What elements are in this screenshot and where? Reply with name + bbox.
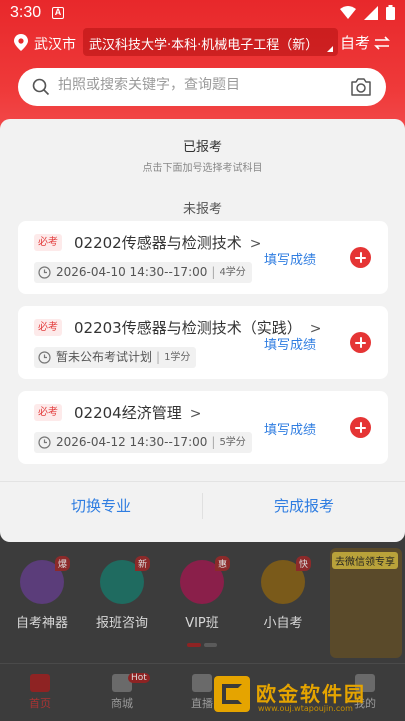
add-course-button[interactable] [350,332,371,353]
chat-icon: 新 [100,556,150,604]
promo-text: 去微信领专享 [332,552,398,569]
required-tag: 必考 [34,404,62,421]
feature-zikao-tool[interactable]: 爆 自考神器 [2,556,82,631]
feature-small-zikao[interactable]: 快 小自考 [243,556,323,631]
course-credits: 1学分 [164,352,191,363]
small-zikao-icon: 快 [261,556,311,604]
nav-home[interactable]: 首页 [10,674,70,711]
feature-badge: 惠 [214,556,230,571]
clock-icon [38,436,51,449]
clock-icon [38,351,51,364]
search-icon [32,78,50,96]
major-label: 武汉科技大学·本科·机械电子工程（新） [89,38,319,53]
add-course-button[interactable] [350,247,371,268]
tv-icon [192,674,212,692]
nav-divider [0,663,405,664]
exam-type-label[interactable]: 自考 [340,32,370,53]
feature-class-consult[interactable]: 新 报班咨询 [82,556,162,631]
feature-badge: 爆 [54,556,70,571]
course-name: 02204经济管理 [74,404,182,422]
city-selector[interactable]: 武汉市 [34,34,76,54]
chevron-right-icon: > [189,406,202,422]
fill-score-link[interactable]: 填写成绩 [264,249,316,268]
location-pin-icon [14,34,28,51]
search-input[interactable] [58,77,328,93]
course-title-link[interactable]: 02204经济管理 > [74,402,201,423]
switch-major-button[interactable]: 切换专业 [0,495,202,516]
book-icon: 爆 [20,556,70,604]
watermark-title: 欧金软件园 [256,682,366,706]
clock-icon [38,266,51,279]
course-schedule: 2026-04-10 14:30--17:00 [56,265,208,279]
course-card: 必考 02203传感器与检测技术（实践） > 暂未公布考试计划 | 1学分 填写成绩 [18,306,388,379]
fill-score-link[interactable]: 填写成绩 [264,419,316,438]
signal-icon [364,5,378,20]
course-credits: 4学分 [219,267,246,278]
course-schedule: 暂未公布考试计划 [56,350,153,364]
chevron-right-icon: > [249,236,262,252]
nav-label: 商城 [111,697,133,710]
notification-a-icon: A [52,7,64,19]
course-card: 必考 02202传感器与检测技术 > 2026-04-10 14:30--17:0… [18,221,388,294]
complete-registration-button[interactable]: 完成报考 [203,495,405,516]
fill-score-link[interactable]: 填写成绩 [264,334,316,353]
status-time: 3:30 [10,4,42,21]
nav-label: 直播 [191,697,213,710]
registered-title: 已报考 [182,140,222,155]
exam-registration-sheet: 已报考 点击下面加号选择考试科目 未报考 必考 02202传感器与检测技术 > 2… [0,119,405,542]
course-title-link[interactable]: 02202传感器与检测技术 > [74,232,261,253]
registered-hint: 点击下面加号选择考试科目 [142,163,263,174]
status-bar: 3:30 A [0,0,405,28]
major-selector[interactable]: 武汉科技大学·本科·机械电子工程（新） [83,28,338,56]
system-icons [340,5,395,20]
required-tag: 必考 [34,234,62,251]
feature-vip-class[interactable]: 惠 VIP班 [162,556,242,631]
course-credits: 5学分 [219,437,246,448]
course-meta: 暂未公布考试计划 | 1学分 [34,347,197,368]
feature-badge: 新 [134,556,150,571]
nav-label: 首页 [29,697,51,710]
feature-label: 报班咨询 [95,616,148,631]
camera-icon[interactable] [350,77,372,97]
wechat-promo-banner[interactable]: 去微信领专享 [330,548,402,658]
search-bar[interactable] [18,68,386,106]
course-schedule: 2026-04-12 14:30--17:00 [56,435,208,449]
course-card: 必考 02204经济管理 > 2026-04-12 14:30--17:00 | 5学… [18,391,388,464]
feature-label: VIP班 [185,616,219,631]
add-course-button[interactable] [350,417,371,438]
course-meta: 2026-04-10 14:30--17:00 | 4学分 [34,262,252,283]
feature-badge: 快 [295,556,311,571]
hot-badge: Hot [128,673,150,683]
course-meta: 2026-04-12 14:30--17:00 | 5学分 [34,432,252,453]
graduation-cap-icon: 惠 [180,556,230,604]
sheet-footer-divider [0,481,405,482]
dropdown-caret-icon [327,46,333,52]
watermark-logo [214,676,250,712]
watermark-subtitle: www.ouj.wtapoujin.com [258,704,353,713]
swap-icon[interactable] [374,36,390,50]
feature-label: 小自考 [263,616,303,631]
unregistered-title: 未报考 [182,202,222,217]
wifi-icon [340,5,356,19]
home-icon [30,674,50,692]
location-row: 武汉市 武汉科技大学·本科·机械电子工程（新） 自考 [0,28,405,58]
course-name: 02202传感器与检测技术 [74,234,242,252]
required-tag: 必考 [34,319,62,336]
page-indicator [187,643,217,647]
battery-icon [386,5,395,20]
app-header: 3:30 A 武汉市 武汉科技大学·本科·机械电子工程（新） 自考 [0,0,405,130]
feature-label: 自考神器 [15,616,68,631]
